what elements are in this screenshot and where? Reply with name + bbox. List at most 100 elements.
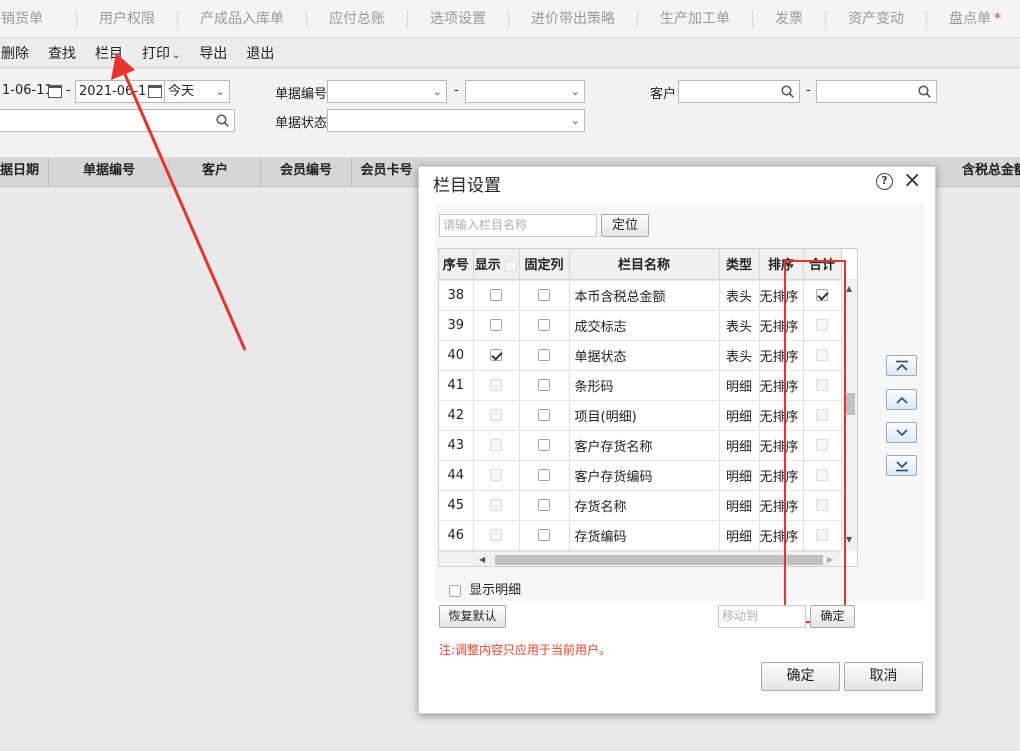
fixed-checkbox[interactable] <box>538 439 550 451</box>
scroll-up-icon[interactable]: ▲ <box>846 284 852 293</box>
move-down-button[interactable] <box>886 422 917 443</box>
header-show[interactable]: 显示 <box>473 249 520 280</box>
locate-button[interactable]: 定位 <box>601 214 649 237</box>
cancel-button[interactable]: 取消 <box>844 662 923 691</box>
restore-default-button[interactable]: 恢复默认 <box>439 605 506 628</box>
cell-fixed[interactable] <box>519 490 570 521</box>
table-row[interactable]: 39 成交标志 表头 无排序 <box>439 310 841 341</box>
columns-button[interactable]: 栏目 <box>95 43 123 63</box>
table-row[interactable]: 46 存货编码 明细 无排序 <box>439 520 841 551</box>
tab-item[interactable]: 生产加工单 <box>638 9 753 28</box>
col-header-member-no[interactable]: 会员编号 <box>261 157 352 187</box>
cell-show[interactable] <box>473 460 520 491</box>
column-search-input[interactable]: 请输入栏目名称 <box>439 214 597 237</box>
print-button[interactable]: 打印 ⌄ <box>142 43 180 63</box>
tab-item[interactable]: 应付总账 <box>307 9 408 28</box>
show-checkbox[interactable] <box>490 289 502 301</box>
tab-item[interactable]: 选项设置 <box>408 9 509 28</box>
tab-item[interactable]: 资产变动 <box>826 9 927 28</box>
show-checkbox[interactable] <box>490 409 502 421</box>
calendar-icon[interactable] <box>48 85 62 98</box>
table-row[interactable]: 40 单据状态 表头 无排序 <box>439 340 841 371</box>
scroll-down-icon[interactable]: ▼ <box>846 535 852 544</box>
period-select[interactable]: 今天 ⌄ <box>164 80 230 103</box>
ok-button[interactable]: 确定 <box>761 662 840 691</box>
hscroll-thumb[interactable] <box>495 555 823 565</box>
help-icon[interactable]: ? <box>876 173 893 190</box>
find-button[interactable]: 查找 <box>48 43 76 63</box>
cell-fixed[interactable] <box>519 460 570 491</box>
fixed-checkbox[interactable] <box>538 499 550 511</box>
cell-fixed[interactable] <box>519 400 570 431</box>
show-checkbox[interactable] <box>490 499 502 511</box>
col-header-total[interactable]: 含税总金额 <box>942 157 1020 187</box>
cell-show[interactable] <box>473 370 520 401</box>
table-row[interactable]: 43 客户存货名称 明细 无排序 <box>439 430 841 461</box>
cell-fixed[interactable] <box>519 310 570 341</box>
scroll-left-icon[interactable]: ◀ <box>479 555 485 564</box>
cell-fixed[interactable] <box>519 280 570 311</box>
cell-fixed[interactable] <box>519 430 570 461</box>
cell-show[interactable] <box>473 310 520 341</box>
cell-show[interactable] <box>473 340 520 371</box>
tab-item[interactable]: 销货单 <box>0 9 77 28</box>
search-icon[interactable] <box>781 85 794 98</box>
col-header-doc-no[interactable]: 单据编号 <box>49 157 170 187</box>
fixed-checkbox[interactable] <box>538 349 550 361</box>
fixed-checkbox[interactable] <box>538 409 550 421</box>
move-up-button[interactable] <box>886 389 917 410</box>
move-to-top-button[interactable] <box>886 355 917 376</box>
table-row[interactable]: 41 条形码 明细 无排序 <box>439 370 841 401</box>
tab-item[interactable]: 进价带出策略 <box>509 9 638 28</box>
show-checkbox[interactable] <box>490 439 502 451</box>
search-icon[interactable] <box>918 85 931 98</box>
tab-item[interactable]: 发票 <box>753 9 826 28</box>
cell-fixed[interactable] <box>519 520 570 551</box>
col-header-customer[interactable]: 客户 <box>170 157 261 187</box>
table-row[interactable]: 42 项目(明细) 明细 无排序 <box>439 400 841 431</box>
export-button[interactable]: 导出 <box>199 43 227 63</box>
tab-item[interactable]: 盘点单 * <box>927 10 1020 28</box>
cell-show[interactable] <box>473 520 520 551</box>
customer-from-input[interactable] <box>678 80 800 103</box>
cell-show[interactable] <box>473 400 520 431</box>
scroll-thumb[interactable] <box>845 393 855 415</box>
show-checkbox[interactable] <box>490 469 502 481</box>
tab-item[interactable]: 用户权限 <box>77 9 178 28</box>
doc-status-select[interactable]: ⌄ <box>327 109 585 132</box>
move-to-bottom-button[interactable] <box>886 455 917 476</box>
fixed-checkbox[interactable] <box>538 319 550 331</box>
keyword-input[interactable] <box>0 109 235 132</box>
show-detail-checkbox[interactable] <box>449 584 461 597</box>
col-header-date[interactable]: 据日期 <box>0 157 49 187</box>
table-row[interactable]: 45 存货名称 明细 无排序 <box>439 490 841 521</box>
doc-no-from-select[interactable]: ⌄ <box>327 80 447 103</box>
show-checkbox[interactable] <box>490 319 502 331</box>
table-row[interactable]: 38 本币含税总金额 表头 无排序 <box>439 280 841 311</box>
col-header-member-card[interactable]: 会员卡号 <box>352 157 422 187</box>
fixed-checkbox[interactable] <box>538 289 550 301</box>
fixed-checkbox[interactable] <box>538 469 550 481</box>
cell-show[interactable] <box>473 430 520 461</box>
calendar-icon[interactable] <box>148 85 162 98</box>
move-to-confirm-button[interactable]: 确定 <box>810 605 855 628</box>
show-checkbox[interactable] <box>490 379 502 391</box>
show-detail-option[interactable]: 显示明细 <box>449 579 521 598</box>
close-icon[interactable]: × <box>903 168 921 193</box>
table-row[interactable]: 44 客户存货编码 明细 无排序 <box>439 460 841 491</box>
fixed-checkbox[interactable] <box>538 379 550 391</box>
show-checkbox[interactable] <box>490 349 502 361</box>
show-all-checkbox[interactable] <box>505 259 518 272</box>
fixed-checkbox[interactable] <box>538 529 550 541</box>
doc-no-to-select[interactable]: ⌄ <box>465 80 585 103</box>
cell-fixed[interactable] <box>519 340 570 371</box>
tab-item[interactable]: 产成品入库单 <box>178 9 307 28</box>
horizontal-scrollbar[interactable]: ◀ ▶ <box>439 551 841 566</box>
exit-button[interactable]: 退出 <box>246 43 274 63</box>
cell-show[interactable] <box>473 490 520 521</box>
search-icon[interactable] <box>216 114 229 127</box>
show-checkbox[interactable] <box>490 529 502 541</box>
cell-fixed[interactable] <box>519 370 570 401</box>
cell-show[interactable] <box>473 280 520 311</box>
customer-to-input[interactable] <box>816 80 937 103</box>
